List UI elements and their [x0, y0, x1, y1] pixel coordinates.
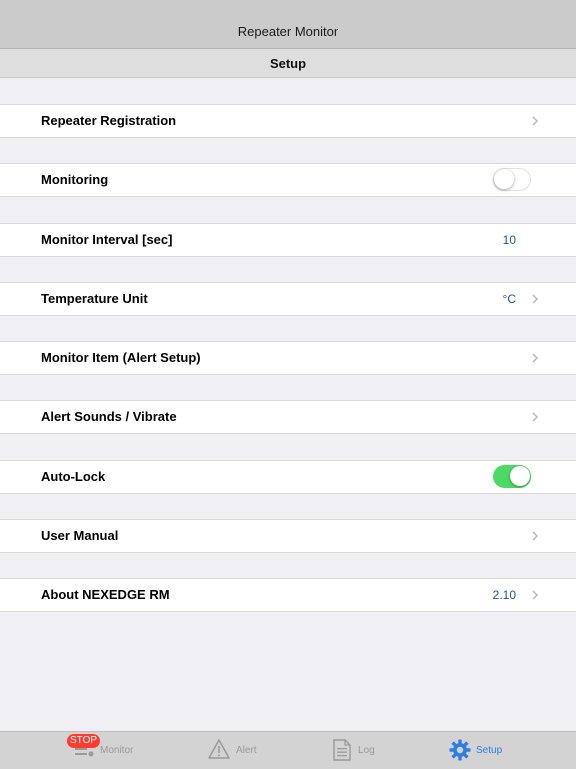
chevron-right-icon [532, 412, 539, 422]
tab-label: Log [358, 745, 375, 756]
chevron-right-icon [532, 116, 539, 126]
tab-log[interactable]: Log [332, 732, 392, 769]
version-value: 2.10 [492, 588, 516, 602]
tab-label: Alert [236, 745, 257, 756]
alert-icon [208, 739, 230, 759]
monitor-interval-value: 10 [502, 233, 516, 247]
app-title: Repeater Monitor [237, 24, 339, 39]
user-manual-row[interactable]: User Manual [0, 519, 576, 553]
auto-lock-row: Auto-Lock [0, 460, 576, 494]
monitoring-row: Monitoring [0, 163, 576, 197]
chevron-right-icon [532, 294, 539, 304]
tab-setup[interactable]: Setup [448, 732, 518, 769]
row-label: Monitoring [41, 172, 109, 187]
about-row[interactable]: About NEXEDGE RM 2.10 [0, 578, 576, 612]
page-title: Setup [269, 56, 307, 71]
section-header: Setup [0, 49, 576, 78]
log-icon [333, 739, 351, 761]
tab-label: Setup [476, 745, 503, 756]
row-label: Monitor Item (Alert Setup) [41, 350, 201, 365]
temperature-unit-row[interactable]: Temperature Unit °C [0, 282, 576, 316]
row-label: Temperature Unit [41, 291, 148, 306]
monitoring-toggle[interactable] [493, 168, 531, 191]
navigation-bar: Repeater Monitor [0, 0, 576, 49]
row-label: Alert Sounds / Vibrate [41, 409, 177, 424]
repeater-registration-row[interactable]: Repeater Registration [0, 104, 576, 138]
monitor-interval-row[interactable]: Monitor Interval [sec] 10 [0, 223, 576, 257]
tab-label: Monitor [100, 745, 134, 756]
row-label: About NEXEDGE RM [41, 587, 170, 602]
gear-icon [449, 739, 471, 761]
stop-badge: STOP [67, 734, 100, 748]
row-label: Monitor Interval [sec] [41, 232, 173, 247]
chevron-right-icon [532, 353, 539, 363]
temperature-unit-value: °C [502, 292, 516, 306]
row-label: User Manual [41, 528, 119, 543]
tab-alert[interactable]: Alert [205, 732, 275, 769]
toggle-knob [510, 466, 530, 486]
row-label: Auto-Lock [41, 469, 106, 484]
chevron-right-icon [532, 590, 539, 600]
monitor-item-row[interactable]: Monitor Item (Alert Setup) [0, 341, 576, 375]
auto-lock-toggle[interactable] [493, 465, 531, 488]
alert-sounds-row[interactable]: Alert Sounds / Vibrate [0, 400, 576, 434]
row-label: Repeater Registration [41, 113, 177, 128]
toggle-knob [494, 169, 514, 189]
chevron-right-icon [532, 531, 539, 541]
